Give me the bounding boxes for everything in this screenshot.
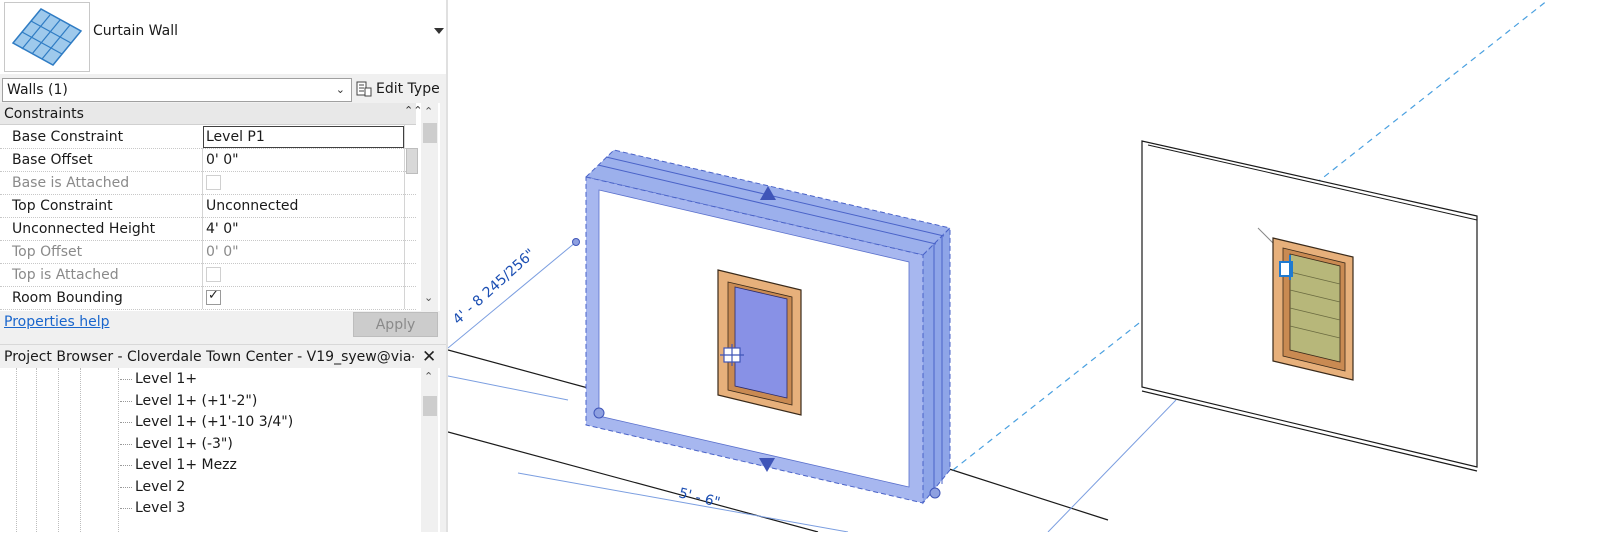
property-name: Unconnected Height <box>12 221 156 237</box>
type-name: Curtain Wall <box>93 23 178 39</box>
properties-panel: Curtain Wall Walls (1) ⌄ Edit Type Const… <box>0 0 446 532</box>
tree-item[interactable]: Level 1+ (+1'-10 3/4") <box>135 414 293 430</box>
properties-help-link[interactable]: Properties help <box>4 314 109 330</box>
property-name: Top Constraint <box>12 198 113 214</box>
curtain-wall-thumbnail-icon <box>4 2 90 72</box>
group-constraints[interactable]: Constraints ⌃⌃ <box>0 103 422 125</box>
scroll-down-icon[interactable]: ⌄ <box>424 291 433 304</box>
property-row-top-is-attached: Top is Attached <box>0 263 416 287</box>
scroll-up-icon[interactable]: ⌃ <box>424 105 433 118</box>
type-selector[interactable]: Curtain Wall <box>0 0 446 74</box>
tree-item[interactable]: Level 3 <box>135 500 185 516</box>
chevron-down-icon: ⌄ <box>335 83 345 96</box>
property-value: 4' 0" <box>206 221 239 237</box>
property-name: Base Offset <box>12 152 93 168</box>
property-row-base-is-attached: Base is Attached <box>0 171 416 195</box>
instance-filter-value: Walls (1) <box>7 82 68 98</box>
caret-down-icon[interactable] <box>434 28 444 34</box>
base-is-attached-checkbox <box>206 175 221 190</box>
property-row-room-bounding[interactable]: Room Bounding ✓ <box>0 286 416 310</box>
property-name: Top Offset <box>12 244 83 260</box>
column-resize-handle[interactable] <box>406 148 418 174</box>
height-dimension-text: 4' - 8 245/256" <box>450 246 538 328</box>
height-dimension[interactable]: 4' - 8 245/256" <box>450 246 538 328</box>
property-row-unconnected-height[interactable]: Unconnected Height 4' 0" <box>0 217 416 241</box>
property-value: 0' 0" <box>206 152 239 168</box>
instance-filter-dropdown[interactable]: Walls (1) ⌄ <box>2 78 352 102</box>
scroll-up-icon[interactable]: ⌃ <box>424 370 433 383</box>
scroll-thumb[interactable] <box>423 396 437 416</box>
tree-item[interactable]: Level 1+ (+1'-2") <box>135 393 257 409</box>
width-dimension-text: 5' - 6" <box>677 485 722 511</box>
width-dimension[interactable]: 5' - 6" <box>517 472 849 533</box>
tree-item[interactable]: Level 1+ (-3") <box>135 436 233 452</box>
project-browser-tree: Level 1+ Level 1+ (+1'-2") Level 1+ (+1'… <box>0 368 440 532</box>
group-label: Constraints <box>4 106 84 122</box>
window-selected-wall[interactable] <box>717 269 802 416</box>
edit-type-icon <box>356 81 372 97</box>
property-row-base-offset[interactable]: Base Offset 0' 0" <box>0 148 416 172</box>
apply-button[interactable]: Apply <box>353 312 438 337</box>
property-value: 0' 0" <box>206 244 239 260</box>
tree-item[interactable]: Level 2 <box>135 479 185 495</box>
tree-item[interactable]: Level 1+ Mezz <box>135 457 237 473</box>
scroll-thumb[interactable] <box>423 123 437 143</box>
property-value: Level P1 <box>206 129 265 145</box>
window-right-wall[interactable] <box>1272 237 1354 381</box>
project-browser-title: Project Browser - Cloverdale Town Center… <box>4 349 414 365</box>
edit-type-button[interactable]: Edit Type <box>356 77 440 101</box>
property-name: Top is Attached <box>12 267 119 283</box>
tree-item[interactable]: Level 1+ <box>135 371 197 387</box>
properties-grid: Constraints ⌃⌃ Base Constraint Level P1 … <box>0 103 440 311</box>
property-name: Base Constraint <box>12 129 124 145</box>
property-row-base-constraint[interactable]: Base Constraint Level P1 <box>0 125 416 149</box>
properties-scrollbar[interactable]: ⌃ ⌄ <box>421 103 438 311</box>
project-browser-header: Project Browser - Cloverdale Town Center… <box>0 344 446 369</box>
edit-type-label: Edit Type <box>376 81 440 97</box>
close-icon[interactable]: ✕ <box>422 347 436 367</box>
property-value: Unconnected <box>206 198 299 214</box>
property-row-top-offset: Top Offset 0' 0" <box>0 240 416 264</box>
room-bounding-checkbox[interactable]: ✓ <box>206 288 221 305</box>
collapse-icon[interactable]: ⌃⌃ <box>404 104 422 117</box>
browser-scrollbar[interactable]: ⌃ <box>421 368 438 532</box>
top-is-attached-checkbox <box>206 267 221 282</box>
property-row-top-constraint[interactable]: Top Constraint Unconnected <box>0 194 416 218</box>
property-name: Room Bounding <box>12 290 123 306</box>
3d-viewport[interactable]: 4' - 8 245/256" 5' - 6" <box>447 0 1606 533</box>
property-name: Base is Attached <box>12 175 130 191</box>
